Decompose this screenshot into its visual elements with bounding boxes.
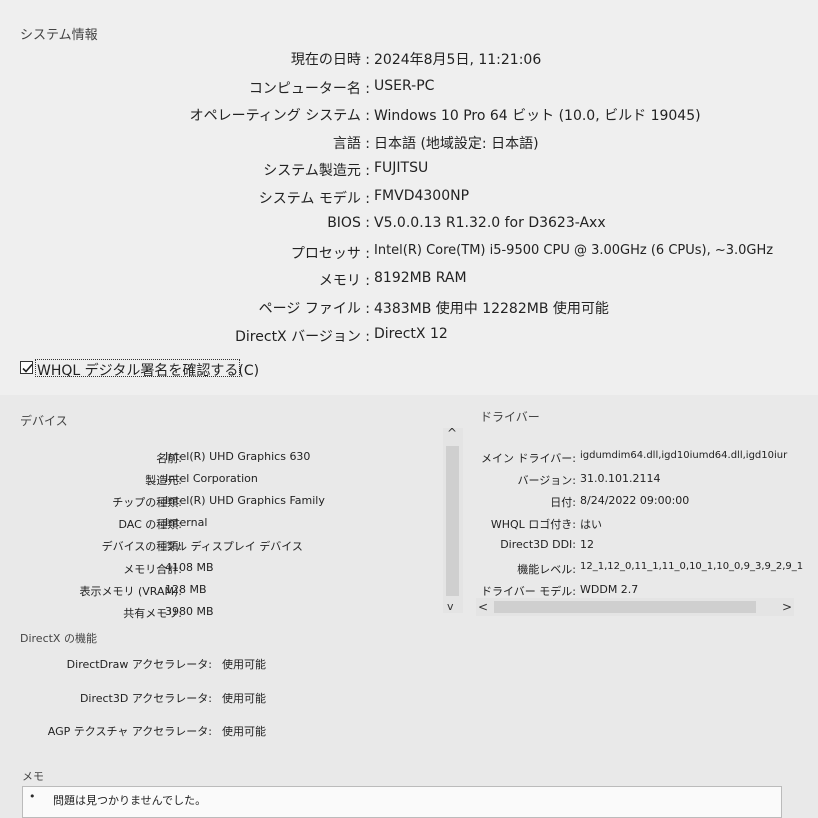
checkmark-icon [22,363,33,373]
directdraw-value: 使用可能 [222,658,266,671]
whql-logo-label: WHQL ロゴ付き: [490,518,576,531]
direct3d-value: 使用可能 [222,692,266,705]
total-memory-value: 4108 MB [165,561,214,574]
shared-memory-value: 3980 MB [165,605,214,618]
computer-name-label: コンピューター名 : [248,81,370,97]
device-type-value: フル ディスプレイ デバイス [165,540,303,553]
page-file-label: ページ ファイル : [258,301,370,317]
main-driver-label: メイン ドライバー: [481,452,576,465]
system-model-value: FMVD4300NP [374,188,470,204]
os-value: Windows 10 Pro 64 ビット (10.0, ビルド 19045) [374,108,701,124]
feature-levels-label: 機能レベル: [517,563,576,576]
whql-logo-value: はい [580,518,602,531]
device-scrollbar-thumb[interactable] [446,446,459,596]
vram-value: 128 MB [165,583,207,596]
driver-version-label: バージョン: [517,474,577,487]
driver-date-label: 日付: [550,496,576,509]
directdraw-label: DirectDraw アクセラレータ: [66,658,212,671]
current-datetime-label: 現在の日時 : [290,52,370,68]
manufacturer-label: システム製造元 : [263,163,370,179]
language-label: 言語 : [332,136,370,152]
language-value: 日本語 (地域設定: 日本語) [374,136,539,152]
processor-label: プロセッサ : [290,246,370,262]
bullet-icon: • [29,790,36,803]
driver-group-title: ドライバー [480,410,540,424]
device-name-value: Intel(R) UHD Graphics 630 [165,450,311,463]
bios-value: V5.0.0.13 R1.32.0 for D3623-Axx [374,215,606,231]
page-file-value: 4383MB 使用中 12282MB 使用可能 [374,301,609,317]
agp-texture-value: 使用可能 [222,725,266,738]
manufacturer-value: FUJITSU [374,160,429,176]
processor-value: Intel(R) Core(TM) i5-9500 CPU @ 3.00GHz … [374,243,774,258]
memory-value: 8192MB RAM [374,270,467,286]
notes-box[interactable]: • 問題は見つかりませんでした。 [22,786,782,818]
computer-name-value: USER-PC [374,78,435,94]
system-info-title: システム情報 [20,28,98,43]
os-label: オペレーティング システム : [189,108,370,124]
feature-levels-value: 12_1,12_0,11_1,11_0,10_1,10_0,9_3,9_2,9_… [580,561,804,572]
device-manufacturer-value: Intel Corporation [165,472,258,485]
driver-scrollbar-thumb[interactable] [494,601,756,613]
scroll-down-icon[interactable]: v [447,600,454,613]
notes-item: 問題は見つかりませんでした。 [53,794,207,807]
memory-label: メモリ : [318,273,370,289]
driver-horizontal-scrollbar[interactable] [476,598,794,616]
bios-label: BIOS : [327,215,370,231]
whql-checkbox[interactable] [20,361,33,374]
d3d-ddi-value: 12 [580,538,594,551]
system-model-label: システム モデル : [258,191,370,207]
dac-type-value: Internal [165,516,208,529]
device-vertical-scrollbar[interactable] [443,428,463,613]
driver-model-value: WDDM 2.7 [580,583,639,596]
direct3d-label: Direct3D アクセラレータ: [79,692,212,705]
agp-texture-label: AGP テクスチャ アクセラレータ: [47,725,212,738]
directx-features-title: DirectX の機能 [20,632,97,645]
scroll-up-icon[interactable]: ^ [447,426,457,440]
scroll-right-icon[interactable]: > [782,600,792,614]
scroll-left-icon[interactable]: < [478,600,488,614]
whql-checkbox-label[interactable]: WHQL デジタル署名を確認する(C) [37,360,259,380]
driver-date-value: 8/24/2022 09:00:00 [580,494,690,507]
directx-version-value: DirectX 12 [374,326,448,342]
device-group-title: デバイス [20,414,68,428]
notes-title: メモ [22,770,44,783]
main-driver-value: igdumdim64.dll,igd10iumd64.dll,igd10iur [580,450,788,461]
driver-model-label: ドライバー モデル: [481,585,576,598]
directx-version-label: DirectX バージョン : [235,329,370,345]
driver-version-value: 31.0.101.2114 [580,472,661,485]
d3d-ddi-label: Direct3D DDI: [500,538,576,551]
chip-type-value: Intel(R) UHD Graphics Family [165,494,325,507]
current-datetime-value: 2024年8月5日, 11:21:06 [374,52,542,68]
